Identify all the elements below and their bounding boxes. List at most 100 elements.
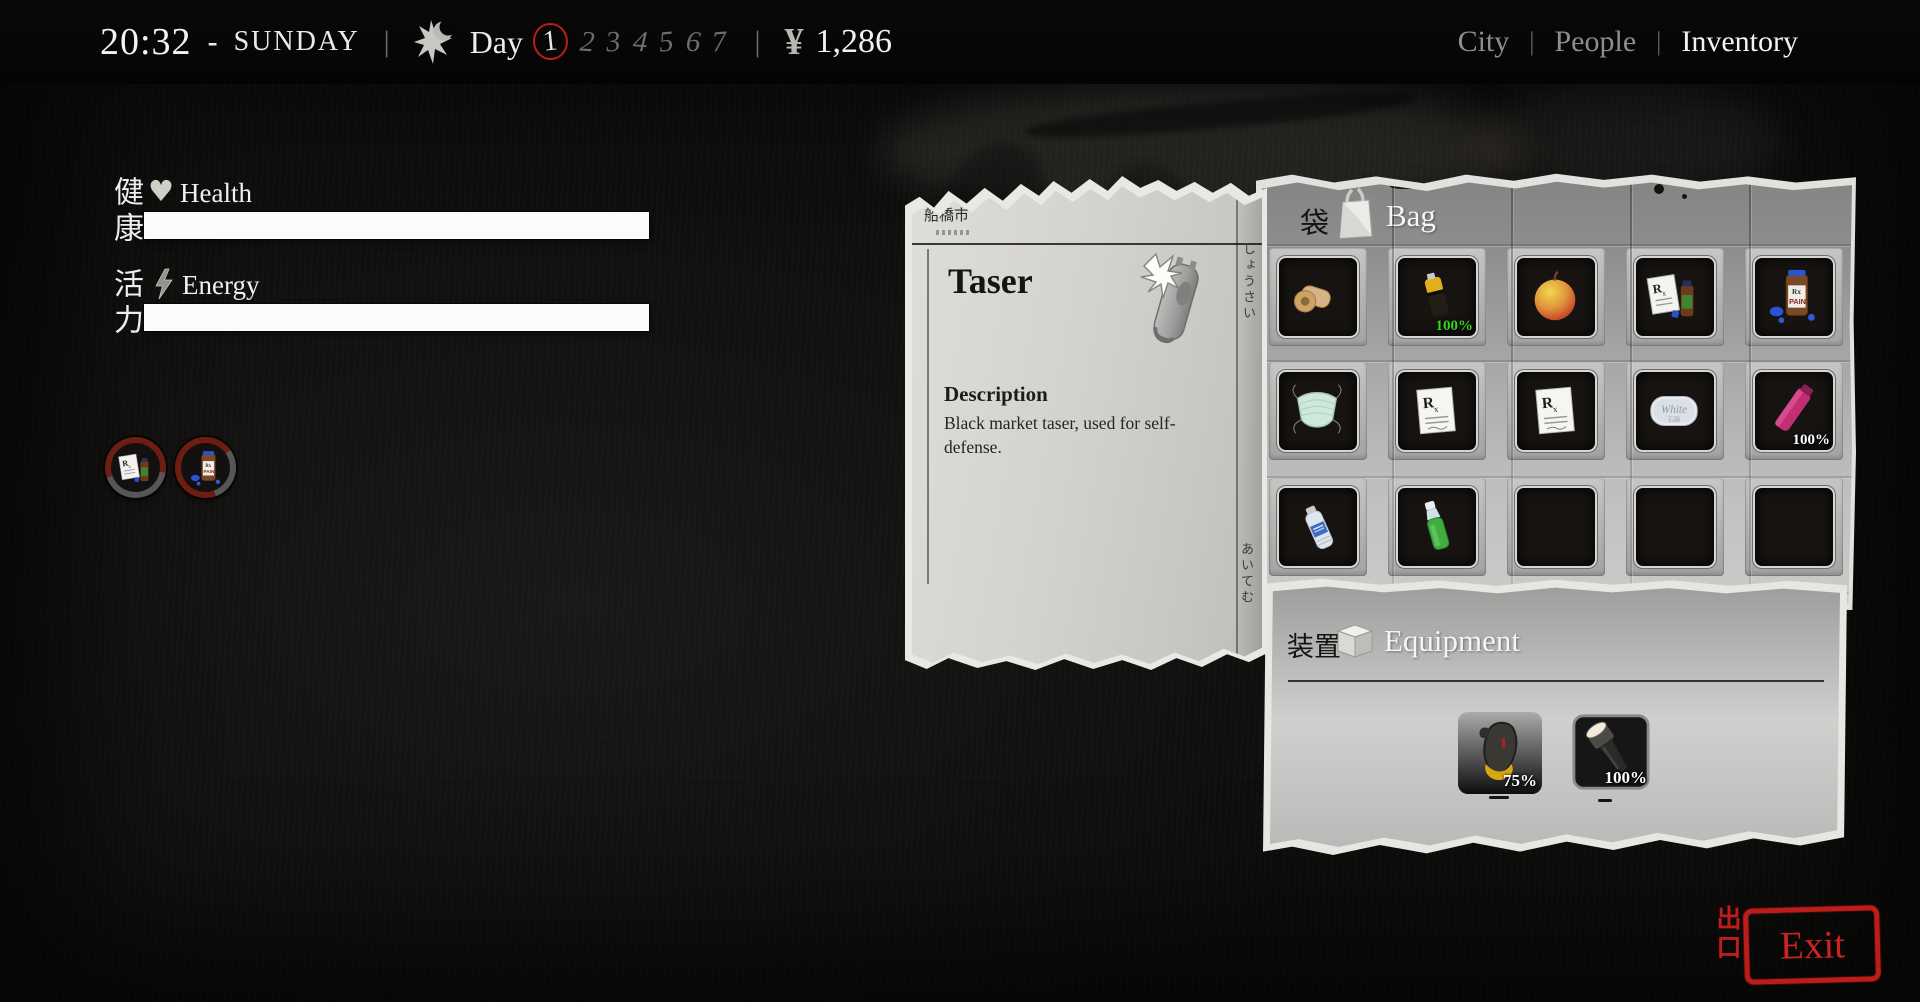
bag-slot-pink-spray[interactable]: 100% xyxy=(1753,370,1835,452)
bag-slot-water-bottle[interactable] xyxy=(1277,486,1359,568)
bag-slot-apple[interactable] xyxy=(1515,256,1597,338)
heart-icon: ♥ xyxy=(148,174,174,208)
ink-brush-stroke xyxy=(1025,85,1416,145)
day-number: 4 xyxy=(631,25,648,59)
health-bar xyxy=(144,212,649,239)
box-icon xyxy=(1334,619,1376,664)
day-number: 6 xyxy=(684,25,701,59)
soap-icon: White 石鹸 xyxy=(1643,379,1705,441)
exit-button[interactable]: 出口 Exit xyxy=(1700,900,1880,988)
durability-badge: 75% xyxy=(1503,771,1537,791)
bag-slot-rx-syrup[interactable]: R x xyxy=(1634,256,1716,338)
apple-icon xyxy=(1524,265,1586,327)
svg-text:Rx: Rx xyxy=(205,463,211,468)
paper-bag-icon xyxy=(1336,186,1376,247)
tick-mark xyxy=(1598,799,1612,802)
rx-paper-icon: R x xyxy=(1524,379,1586,441)
durability-badge: 100% xyxy=(1793,432,1831,449)
item-detail-panel: 船橋市 Taser Description Black market tas xyxy=(912,186,1262,664)
bag-slot-empty[interactable] xyxy=(1634,486,1716,568)
painkiller-icon: Rx PAIN xyxy=(181,443,230,492)
painkiller-effect: Rx PAIN xyxy=(175,437,236,498)
item-title: Taser xyxy=(948,260,1033,302)
bag-slot-bandage-roll[interactable] xyxy=(1277,256,1359,338)
lightning-bolt-icon xyxy=(152,268,176,305)
bandage-roll-icon xyxy=(1286,265,1348,327)
svg-text:石鹸: 石鹸 xyxy=(1668,415,1681,424)
nav-item-people[interactable]: People xyxy=(1554,25,1636,59)
bag-slot-rx-paper[interactable]: R x xyxy=(1396,370,1478,452)
equipment-slot-flashlight[interactable]: 100% xyxy=(1570,713,1652,791)
svg-text:Rx: Rx xyxy=(1792,288,1801,296)
panel-seam-line xyxy=(1262,360,1852,362)
svg-text:PAIN: PAIN xyxy=(203,469,214,474)
energy-label: Energy xyxy=(182,270,259,301)
rx-syrup-icon: R x xyxy=(1643,265,1705,327)
cough-syrup-effect: R x xyxy=(105,437,166,498)
time-day-separator: - xyxy=(208,25,218,59)
rx-paper-icon: R x xyxy=(1405,379,1467,441)
durability-badge: 100% xyxy=(1605,768,1648,788)
bag-slot-face-mask[interactable] xyxy=(1277,370,1359,452)
bag-slot-battery[interactable]: 100% xyxy=(1396,256,1478,338)
svg-text:PAIN: PAIN xyxy=(1789,297,1806,306)
game-screen: 20:32 - SUNDAY | Day 1234567 | ¥ 1,286 C… xyxy=(0,0,1920,1002)
rx-syrup-icon: R x xyxy=(111,443,160,492)
nav-divider: | xyxy=(1656,27,1661,57)
equipment-label: Equipment xyxy=(1384,623,1520,659)
day-label: Day xyxy=(470,24,523,61)
current-day-number: 1 xyxy=(531,22,569,63)
currency-icon: ¥ xyxy=(785,20,804,64)
bag-slot-painkiller[interactable]: Rx PAIN xyxy=(1753,256,1835,338)
bag-kanji: 袋 xyxy=(1300,200,1329,242)
bag-slot-rx-paper[interactable]: R x xyxy=(1515,370,1597,452)
equipment-slot-glove[interactable]: 75% xyxy=(1458,712,1542,794)
taser-illustration xyxy=(1118,244,1234,366)
clock-time: 20:32 xyxy=(100,20,192,64)
tick-mark xyxy=(1489,796,1509,799)
weekday-label: SUNDAY xyxy=(234,26,360,58)
details-vertical-text: しょうさい xyxy=(1239,242,1258,322)
ink-mark xyxy=(1682,194,1687,199)
ink-mark xyxy=(1654,184,1664,194)
topbar-divider: | xyxy=(755,25,761,59)
bag-slot-empty[interactable] xyxy=(1515,486,1597,568)
panel-seam-line xyxy=(1262,244,1852,246)
day-list: 1234567 xyxy=(533,23,727,60)
health-bar-fill xyxy=(144,212,649,239)
nav-item-city[interactable]: City xyxy=(1458,25,1510,59)
green-bottle-icon xyxy=(1405,495,1467,557)
equipment-kanji: 装置 xyxy=(1287,625,1341,664)
description-body: Black market taser, used for self-defens… xyxy=(944,412,1182,459)
health-label: Health xyxy=(180,178,252,209)
item-vertical-text: あいてむ xyxy=(1237,542,1256,606)
energy-kanji: 活力 xyxy=(103,268,147,340)
day-number: 7 xyxy=(711,25,728,59)
bag-slot-empty[interactable] xyxy=(1753,486,1835,568)
description-heading: Description xyxy=(944,382,1048,407)
bag-slot-green-bottle[interactable] xyxy=(1396,486,1478,568)
day-number: 5 xyxy=(658,25,675,59)
topbar-divider: | xyxy=(384,25,390,59)
svg-text:White: White xyxy=(1661,404,1687,416)
water-bottle-icon xyxy=(1286,495,1348,557)
energy-bar-fill xyxy=(144,304,649,331)
bag-slot-soap[interactable]: White 石鹸 xyxy=(1634,370,1716,452)
bag-panel: 袋 Bag 100% R x Rx PAIN xyxy=(1262,180,1852,604)
equipment-divider xyxy=(1288,680,1824,682)
panel-seam-line xyxy=(1262,476,1852,478)
face-mask-icon xyxy=(1286,379,1348,441)
energy-bar xyxy=(144,304,649,331)
main-nav: City | People | Inventory xyxy=(1458,25,1798,59)
exit-kanji: 出口 xyxy=(1708,905,1744,963)
durability-badge: 100% xyxy=(1436,318,1474,335)
money-amount: 1,286 xyxy=(816,23,893,61)
nav-item-inventory[interactable]: Inventory xyxy=(1681,25,1798,59)
exit-stamp-border: Exit xyxy=(1743,905,1881,985)
night-star-moon-icon xyxy=(414,18,458,66)
painkiller-icon: Rx PAIN xyxy=(1762,265,1824,327)
nav-divider: | xyxy=(1529,27,1534,57)
exit-label: Exit xyxy=(1779,922,1845,968)
topbar: 20:32 - SUNDAY | Day 1234567 | ¥ 1,286 C… xyxy=(0,0,1920,84)
day-number: 2 xyxy=(578,25,595,59)
